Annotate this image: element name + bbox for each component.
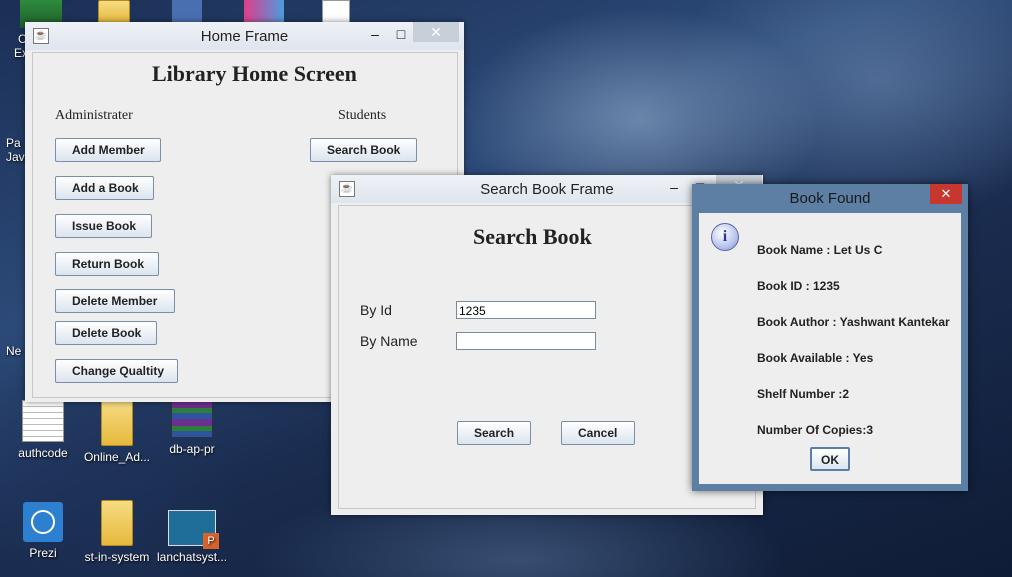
desktop-icon-prezi[interactable]: Prezi <box>8 502 78 560</box>
book-found-dialog: Book Found ✕ i Book Name : Let Us C Book… <box>692 184 968 491</box>
home-frame-titlebar[interactable]: ☕ Home Frame – □ ✕ <box>25 22 464 50</box>
desktop-icon-lanchatsyst[interactable]: P lanchatsyst... <box>157 510 227 564</box>
book-available-line: Book Available : Yes <box>757 351 874 365</box>
folder-icon <box>101 500 133 546</box>
desktop-icon-label: Online_Ad... <box>83 450 151 464</box>
desktop-icon-partial-3[interactable] <box>172 0 202 22</box>
maximize-button[interactable]: □ <box>388 26 414 44</box>
search-book-button[interactable]: Search Book <box>310 138 417 162</box>
minimize-button[interactable]: – <box>661 179 687 197</box>
search-button[interactable]: Search <box>457 421 531 445</box>
desktop-icon-label: authcode <box>18 446 68 460</box>
book-name-line: Book Name : Let Us C <box>757 243 883 257</box>
delete-book-button[interactable]: Delete Book <box>55 321 157 345</box>
admin-label: Administrater <box>55 108 133 123</box>
dialog-close-button[interactable]: ✕ <box>930 184 962 204</box>
book-author-line: Book Author : Yashwant Kantekar <box>757 315 950 329</box>
desktop-partial-label-5: Ne <box>6 344 22 358</box>
desktop-icon-partial-2[interactable] <box>98 0 130 24</box>
notepad-icon <box>22 400 64 442</box>
desktop-partial-label-4: Jav <box>6 150 25 164</box>
desktop-icon-online-ad[interactable]: Online_Ad... <box>82 400 152 464</box>
desktop-partial-label-3: Pa <box>6 136 21 150</box>
folder-icon <box>101 400 133 446</box>
students-label: Students <box>338 108 387 123</box>
cancel-button[interactable]: Cancel <box>561 421 635 445</box>
by-id-input[interactable]: 1235 <box>456 301 596 319</box>
desktop-icon-label: lanchatsyst... <box>157 550 228 564</box>
delete-member-button[interactable]: Delete Member <box>55 289 175 313</box>
home-heading: Library Home Screen <box>152 61 357 86</box>
return-book-button[interactable]: Return Book <box>55 252 159 276</box>
ok-button[interactable]: OK <box>810 447 850 471</box>
add-member-button[interactable]: Add Member <box>55 138 161 162</box>
minimize-button[interactable]: – <box>362 26 388 44</box>
desktop-icon-db-ap-pr[interactable]: db-ap-pr <box>157 400 227 456</box>
desktop-icon-partial-4[interactable] <box>244 0 284 24</box>
info-icon: i <box>711 223 739 251</box>
by-id-label: By Id <box>360 302 392 318</box>
winrar-icon <box>171 400 213 438</box>
desktop-icon-authcode[interactable]: authcode <box>8 400 78 460</box>
book-id-line: Book ID : 1235 <box>757 279 840 293</box>
change-quality-button[interactable]: Change Qualtity <box>55 359 178 383</box>
copies-line: Number Of Copies:3 <box>757 423 874 437</box>
close-button[interactable]: ✕ <box>413 22 459 42</box>
desktop-icon-label: st-in-system <box>84 550 150 564</box>
prezi-icon <box>23 502 63 542</box>
issue-book-button[interactable]: Issue Book <box>55 214 152 238</box>
desktop-icon-st-in-system[interactable]: st-in-system <box>82 500 152 564</box>
search-heading: Search Book <box>473 224 592 249</box>
desktop-icon-label: db-ap-pr <box>169 442 215 456</box>
by-name-input[interactable] <box>456 332 596 350</box>
add-book-button[interactable]: Add a Book <box>55 176 154 200</box>
powerpoint-icon: P <box>168 510 219 549</box>
by-name-label: By Name <box>360 333 418 349</box>
dialog-content: i Book Name : Let Us C Book ID : 1235 Bo… <box>699 213 961 484</box>
desktop-icon-label: Prezi <box>29 546 57 560</box>
dialog-title: Book Found <box>789 190 871 207</box>
shelf-number-line: Shelf Number :2 <box>757 387 850 401</box>
